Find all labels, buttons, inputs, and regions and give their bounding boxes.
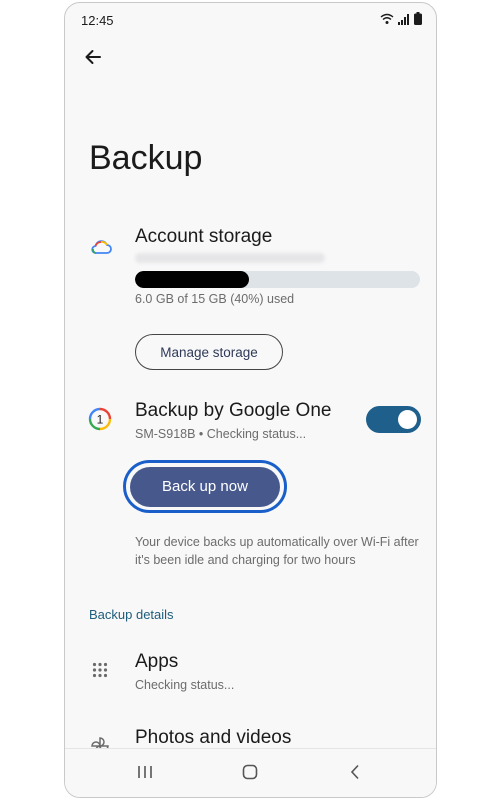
account-email-redacted (135, 253, 325, 263)
phone-screen: 12:45 Backup Account storage 6.0 GB of 1… (64, 2, 437, 798)
back-up-now-focus-ring: Back up now (123, 460, 287, 513)
back-arrow-icon (83, 47, 103, 72)
battery-icon (414, 12, 422, 30)
manage-storage-button[interactable]: Manage storage (135, 334, 283, 370)
google-one-title: Backup by Google One (135, 400, 332, 421)
backup-toggle[interactable] (366, 406, 421, 433)
storage-progress-fill (135, 271, 249, 288)
status-time: 12:45 (81, 13, 114, 28)
status-icons (380, 12, 422, 30)
apps-title: Apps (135, 651, 179, 672)
recents-button[interactable] (130, 759, 160, 789)
back-nav-icon (349, 764, 361, 785)
storage-usage-text: 6.0 GB of 15 GB (40%) used (135, 292, 295, 306)
apps-grid-icon (91, 661, 109, 679)
storage-progress-bar (135, 271, 420, 288)
page-title: Backup (89, 139, 203, 177)
nav-back-button[interactable] (340, 759, 370, 789)
wifi-icon (380, 12, 394, 30)
google-one-status: SM-S918B • Checking status... (135, 427, 307, 441)
svg-text:1: 1 (97, 413, 104, 427)
home-icon (242, 764, 258, 785)
backup-details-header: Backup details (89, 607, 174, 622)
recents-icon (137, 765, 153, 784)
account-storage-title: Account storage (135, 226, 273, 247)
apps-status: Checking status... (135, 678, 235, 692)
navigation-bar (65, 748, 436, 797)
status-bar: 12:45 (65, 3, 436, 37)
cloud-icon (89, 237, 113, 257)
home-button[interactable] (235, 759, 265, 789)
back-up-now-button[interactable]: Back up now (130, 466, 280, 507)
toggle-knob (398, 410, 417, 429)
photos-videos-title: Photos and videos (135, 727, 292, 748)
backup-info-text: Your device backs up automatically over … (135, 535, 419, 567)
back-button[interactable] (79, 45, 107, 73)
google-one-icon: 1 (88, 407, 112, 431)
signal-icon (398, 12, 410, 30)
